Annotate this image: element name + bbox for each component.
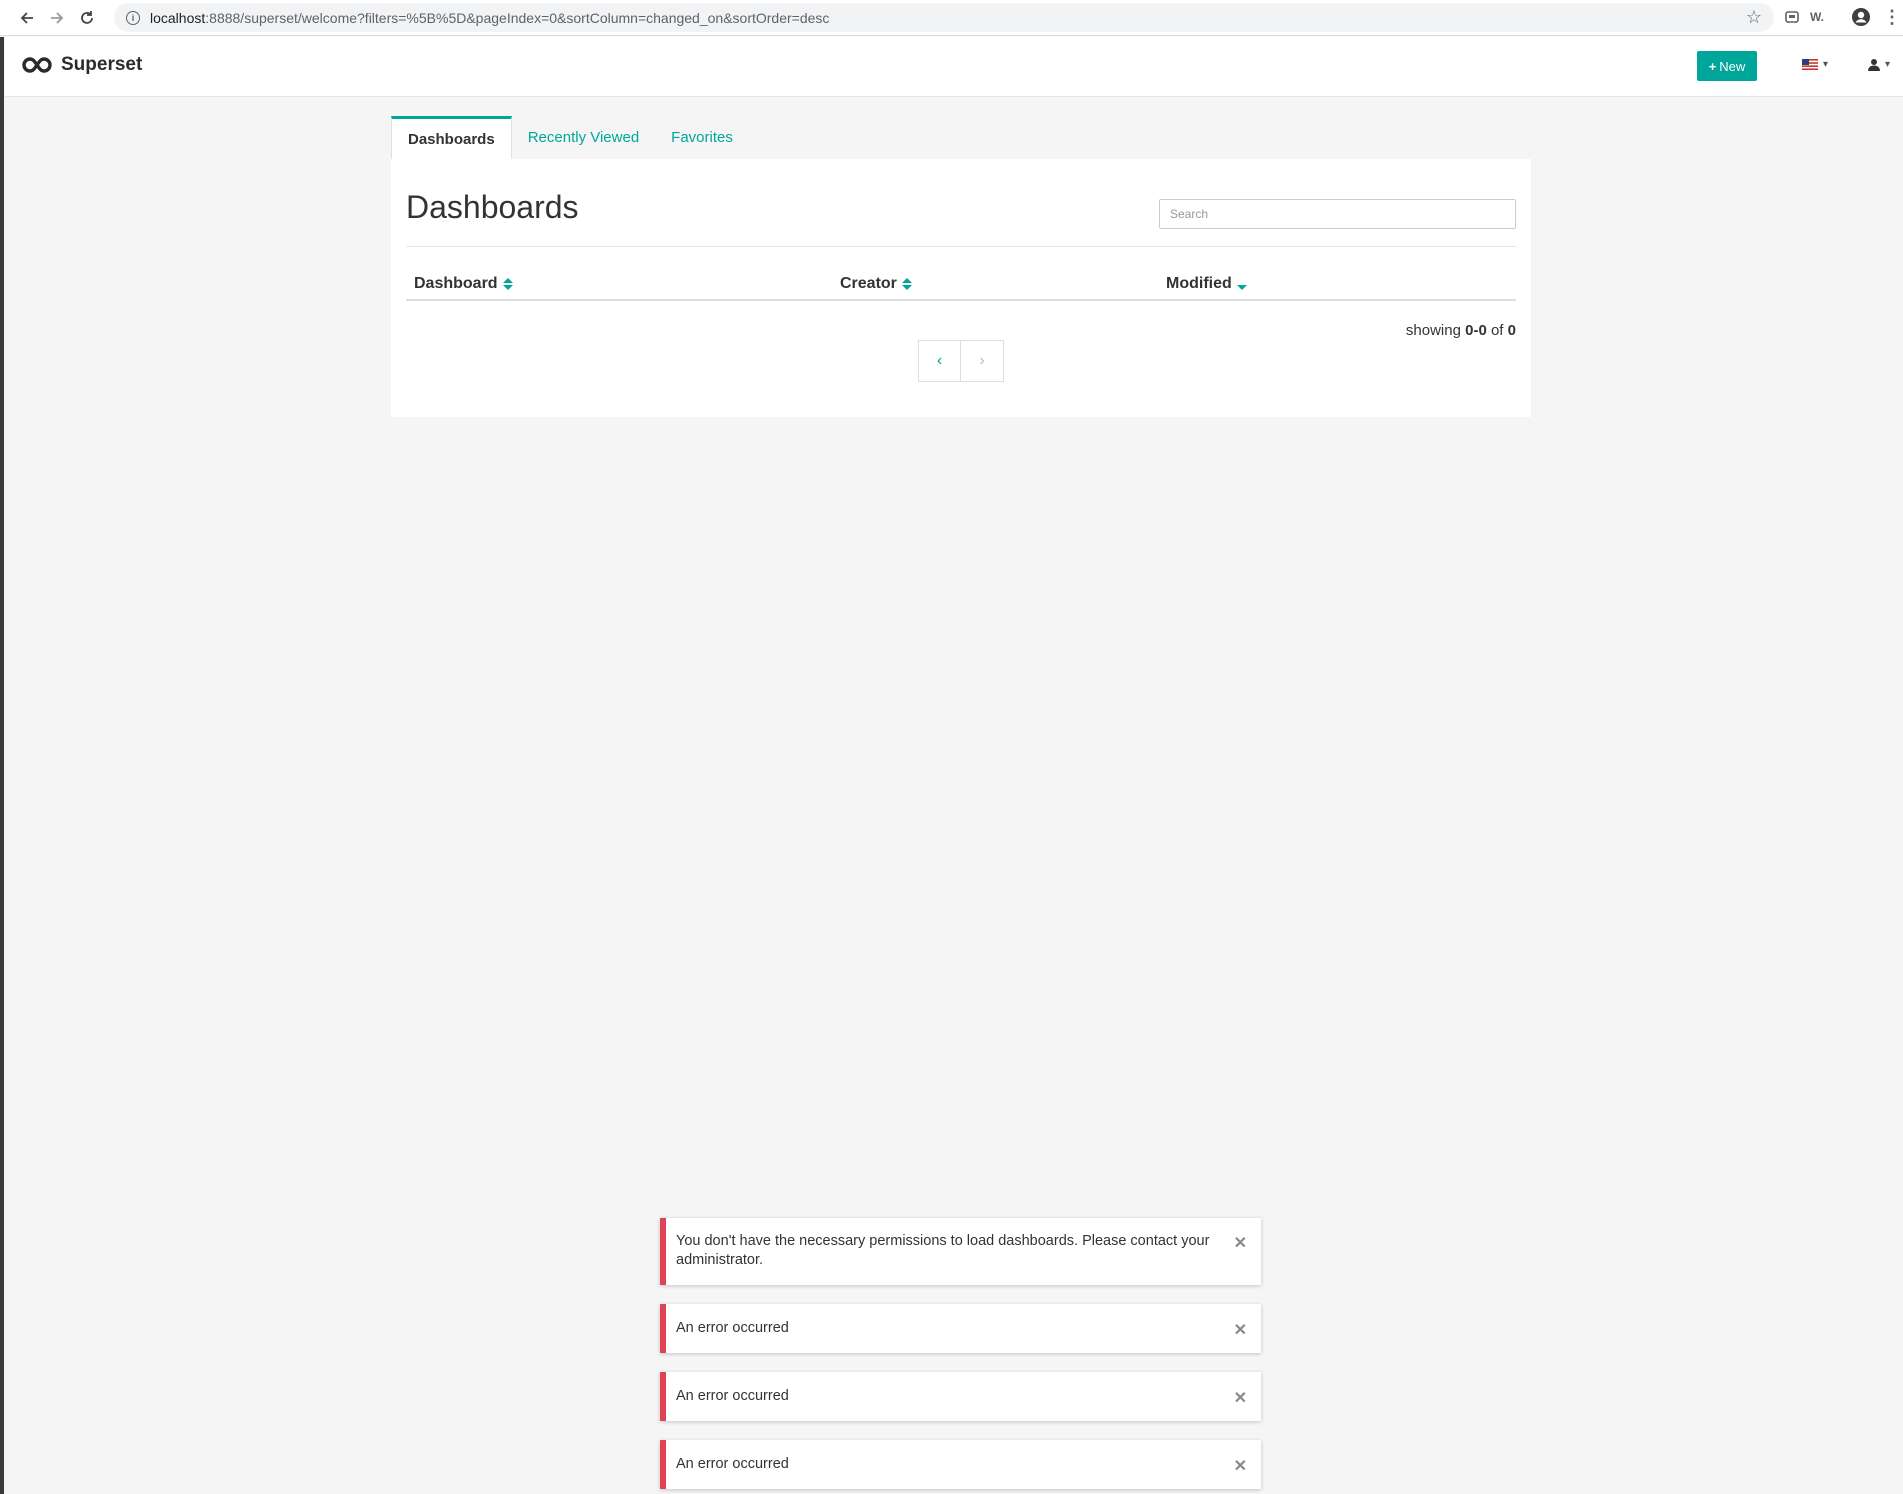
toast-message: You don't have the necessary permissions…: [676, 1233, 1210, 1268]
tab-dashboards[interactable]: Dashboards: [391, 116, 512, 159]
column-header-modified[interactable]: Modified: [1166, 275, 1247, 293]
browser-toolbar: i localhost:8888/superset/welcome?filter…: [0, 0, 1903, 36]
language-menu[interactable]: ▾: [1802, 59, 1828, 70]
sort-both-icon: [502, 278, 513, 290]
error-toast: You don't have the necessary permissions…: [660, 1218, 1261, 1285]
reload-button[interactable]: [72, 3, 102, 33]
dashboards-panel: Dashboards Dashboard Creator Modified sh…: [391, 159, 1531, 417]
url-path: :8888/superset/welcome?filters=%5B%5D&pa…: [205, 9, 830, 26]
error-toast: An error occurred ✕: [660, 1304, 1261, 1353]
showing-prefix: showing: [1405, 322, 1466, 339]
page-title: Dashboards: [406, 189, 579, 225]
account-circle-icon: [1852, 8, 1870, 26]
pagination: ‹ ›: [918, 340, 1004, 382]
toast-message: An error occurred: [676, 1320, 789, 1336]
reload-icon: [81, 10, 93, 24]
chevron-down-icon: ▾: [1823, 59, 1829, 70]
chevron-down-icon: ▾: [1885, 59, 1891, 70]
new-button[interactable]: + New: [1697, 51, 1757, 81]
back-button[interactable]: [12, 3, 42, 33]
app-navbar: Superset + New ▾ ▾: [5, 37, 1903, 97]
infinity-logo-icon: [22, 57, 52, 73]
info-icon[interactable]: i: [126, 10, 140, 25]
forward-button[interactable]: [42, 3, 72, 33]
close-icon[interactable]: ✕: [1234, 1388, 1247, 1408]
welcome-tabs: Dashboards Recently Viewed Favorites: [391, 116, 749, 159]
prev-page-button[interactable]: ‹: [918, 340, 961, 382]
table-header: Dashboard Creator Modified: [406, 267, 1516, 301]
tab-favorites[interactable]: Favorites: [655, 116, 749, 159]
search-input[interactable]: [1159, 199, 1516, 229]
brand-name: Superset: [61, 54, 143, 75]
column-label: Creator: [840, 275, 897, 292]
arrow-left-icon: [20, 11, 33, 24]
toast-message: An error occurred: [676, 1456, 789, 1472]
extension-icon[interactable]: [1780, 5, 1804, 29]
superset-logo[interactable]: Superset: [21, 54, 142, 76]
w-extension-icon[interactable]: W.: [1805, 5, 1829, 29]
column-label: Dashboard: [414, 275, 498, 292]
toast-message: An error occurred: [676, 1388, 789, 1404]
tab-recently-viewed[interactable]: Recently Viewed: [512, 116, 655, 159]
column-header-creator[interactable]: Creator: [840, 275, 912, 293]
column-header-dashboard[interactable]: Dashboard: [414, 275, 513, 293]
error-toast: An error occurred ✕: [660, 1372, 1261, 1421]
sort-both-icon: [901, 278, 912, 290]
bookmark-star-icon[interactable]: ☆: [1746, 7, 1762, 28]
window-edge: [0, 37, 4, 1494]
chat-extension-icon: [1785, 11, 1799, 23]
plus-icon: +: [1708, 58, 1717, 74]
browser-menu-icon[interactable]: ⋮: [1880, 5, 1903, 29]
profile-icon[interactable]: [1849, 5, 1873, 29]
next-page-button[interactable]: ›: [961, 340, 1004, 382]
us-flag-icon: [1802, 59, 1818, 70]
sort-desc-icon: [1236, 284, 1247, 290]
pagination-summary: showing 0-0 of 0: [1406, 322, 1516, 339]
new-button-label: New: [1719, 58, 1746, 74]
url-host: localhost: [150, 9, 206, 26]
showing-of: of: [1486, 322, 1508, 339]
close-icon[interactable]: ✕: [1234, 1456, 1247, 1476]
column-label: Modified: [1166, 275, 1232, 292]
user-icon: [1868, 59, 1880, 71]
error-toast: An error occurred ✕: [660, 1440, 1261, 1489]
showing-range: 0-0: [1465, 322, 1487, 339]
arrow-right-icon: [51, 11, 64, 24]
showing-total: 0: [1507, 322, 1516, 339]
user-menu[interactable]: ▾: [1868, 58, 1890, 71]
close-icon[interactable]: ✕: [1234, 1233, 1247, 1253]
close-icon[interactable]: ✕: [1234, 1320, 1247, 1340]
header-divider: [406, 246, 1516, 247]
address-bar[interactable]: i localhost:8888/superset/welcome?filter…: [114, 3, 1774, 32]
